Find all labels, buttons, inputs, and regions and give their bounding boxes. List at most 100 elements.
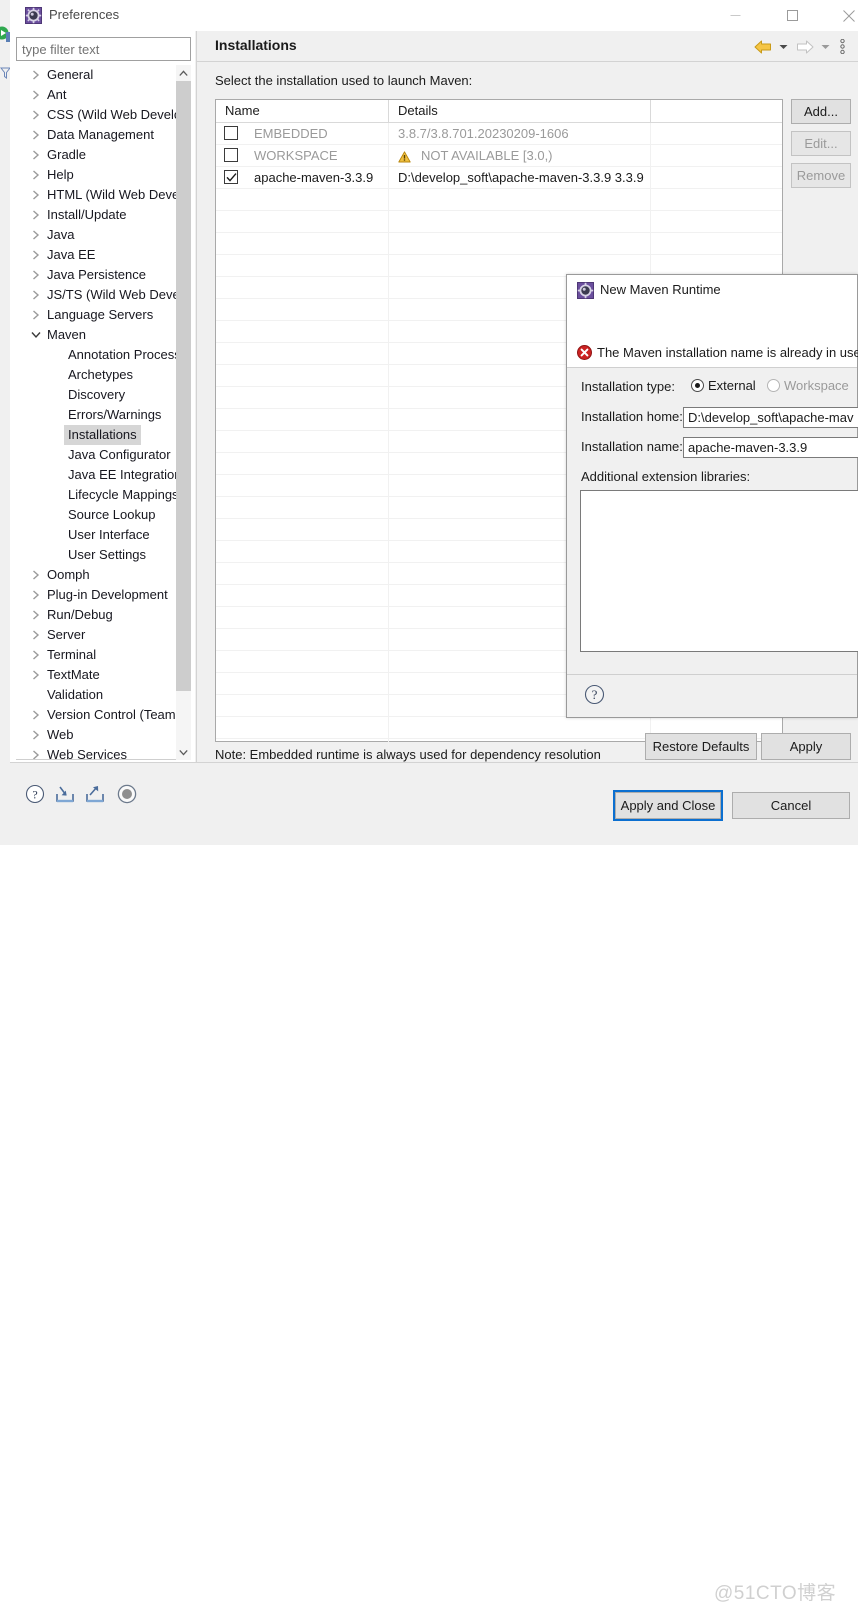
tree-item-errors-warnings[interactable]: Errors/Warnings [16,405,191,425]
forward-history-chevron-down-icon[interactable] [817,31,833,62]
help-icon[interactable]: ? [23,782,47,806]
tree-item-oomph[interactable]: Oomph [16,565,191,585]
tree-item-general[interactable]: General [16,65,191,85]
tree-item-installations[interactable]: Installations [16,425,191,445]
tree-item-maven[interactable]: Maven [16,325,191,345]
row-checkbox[interactable] [224,148,238,162]
import-icon[interactable] [53,782,77,806]
chevron-right-icon[interactable] [30,145,42,165]
edit-button[interactable]: Edit... [791,131,851,156]
tree-item-user-settings[interactable]: User Settings [16,545,191,565]
maximize-button[interactable] [769,0,815,31]
scroll-up-arrow-icon[interactable] [176,65,191,81]
row-checkbox[interactable] [224,170,238,184]
chevron-right-icon[interactable] [30,125,42,145]
apply-button[interactable]: Apply [761,733,851,760]
tree-item-terminal[interactable]: Terminal [16,645,191,665]
table-row[interactable]: EMBEDDED 3.8.7/3.8.701.20230209-1606 [216,123,782,145]
search-input[interactable] [16,37,191,61]
tree-item-ant[interactable]: Ant [16,85,191,105]
tree-item-web[interactable]: Web [16,725,191,745]
tree-item-validation[interactable]: Validation [16,685,191,705]
table-row[interactable]: WORKSPACE NOT AVAILABLE [3.0,) [216,145,782,167]
chevron-right-icon[interactable] [30,605,42,625]
tree-item-web-services[interactable]: Web Services [16,745,191,759]
row-checkbox[interactable] [224,126,238,140]
tree-item-lifecycle-mappings[interactable]: Lifecycle Mappings [16,485,191,505]
tree-vertical-scrollbar[interactable] [176,65,191,760]
chevron-right-icon[interactable] [30,725,42,745]
vertical-dots-icon[interactable] [833,31,851,62]
column-header-name[interactable]: Name [216,100,389,122]
tree-item-html-wild-web-deve[interactable]: HTML (Wild Web Deve [16,185,191,205]
chevron-right-icon[interactable] [30,265,42,285]
chevron-right-icon[interactable] [30,285,42,305]
tree-item-textmate[interactable]: TextMate [16,665,191,685]
remove-button[interactable]: Remove [791,163,851,188]
chevron-right-icon[interactable] [30,225,42,245]
tree-item-help[interactable]: Help [16,165,191,185]
help-icon[interactable]: ? [584,684,605,708]
chevron-right-icon[interactable] [30,65,42,85]
scroll-down-arrow-icon[interactable] [176,744,191,760]
restore-defaults-button[interactable]: Restore Defaults [645,733,757,760]
extension-libraries-list[interactable] [580,490,858,652]
forward-arrow-icon[interactable] [793,31,817,62]
chevron-right-icon[interactable] [30,625,42,645]
tree-item-language-servers[interactable]: Language Servers [16,305,191,325]
column-header-details[interactable]: Details [389,100,651,122]
chevron-right-icon[interactable] [30,85,42,105]
tree-item-version-control-team[interactable]: Version Control (Team [16,705,191,725]
installation-home-input[interactable] [683,407,858,428]
chevron-right-icon[interactable] [30,105,42,125]
radio-workspace[interactable]: Workspace [767,378,849,393]
chevron-right-icon[interactable] [30,305,42,325]
chevron-right-icon[interactable] [30,665,42,685]
tree-item-css-wild-web-develc[interactable]: CSS (Wild Web Develc [16,105,191,125]
tree-item-install-update[interactable]: Install/Update [16,205,191,225]
chevron-right-icon[interactable] [30,205,42,225]
tree-item-server[interactable]: Server [16,625,191,645]
close-button[interactable] [826,0,858,31]
tree-item-data-management[interactable]: Data Management [16,125,191,145]
cancel-button[interactable]: Cancel [732,792,850,819]
chevron-right-icon[interactable] [30,645,42,665]
chevron-right-icon[interactable] [30,165,42,185]
tree-item-label: Gradle [47,147,87,162]
tree-item-java-ee[interactable]: Java EE [16,245,191,265]
tree-item-java-ee-integration[interactable]: Java EE Integration [16,465,191,485]
tree-item-source-lookup[interactable]: Source Lookup [16,505,191,525]
tree-item-java-persistence[interactable]: Java Persistence [16,265,191,285]
apply-and-close-button[interactable]: Apply and Close [613,790,723,821]
chevron-down-icon[interactable] [30,325,42,345]
minimize-button[interactable] [712,0,758,31]
table-row[interactable]: apache-maven-3.3.9 D:\develop_soft\apache… [216,167,782,189]
preferences-tree[interactable]: General Ant CSS (Wild Web Develc Data Manag… [16,65,191,760]
chevron-right-icon[interactable] [30,245,42,265]
radio-external[interactable]: External [691,378,756,393]
installation-name-input[interactable] [683,437,858,458]
back-history-chevron-down-icon[interactable] [775,31,791,62]
tree-item-run-debug[interactable]: Run/Debug [16,605,191,625]
tree-item-discovery[interactable]: Discovery [16,385,191,405]
tree-scrollbar-thumb[interactable] [176,81,191,691]
tree-item-annotation-process[interactable]: Annotation Process [16,345,191,365]
chevron-right-icon[interactable] [30,585,42,605]
tree-item-archetypes[interactable]: Archetypes [16,365,191,385]
tree-item-js-ts-wild-web-deve[interactable]: JS/TS (Wild Web Deve [16,285,191,305]
back-arrow-icon[interactable] [751,31,775,62]
tree-item-java[interactable]: Java [16,225,191,245]
add-button[interactable]: Add... [791,99,851,124]
oomph-record-icon[interactable] [115,782,139,806]
tree-item-java-configurator[interactable]: Java Configurator [16,445,191,465]
chevron-right-icon[interactable] [30,185,42,205]
chevron-right-icon[interactable] [30,705,42,725]
chevron-right-icon[interactable] [30,745,42,759]
tree-item-user-interface[interactable]: User Interface [16,525,191,545]
export-icon[interactable] [83,782,107,806]
chevron-right-icon[interactable] [30,565,42,585]
installation-type-label: Installation type: [581,379,675,394]
tree-item-plug-in-development[interactable]: Plug-in Development [16,585,191,605]
tree-item-gradle[interactable]: Gradle [16,145,191,165]
column-header-blank[interactable] [651,100,782,122]
